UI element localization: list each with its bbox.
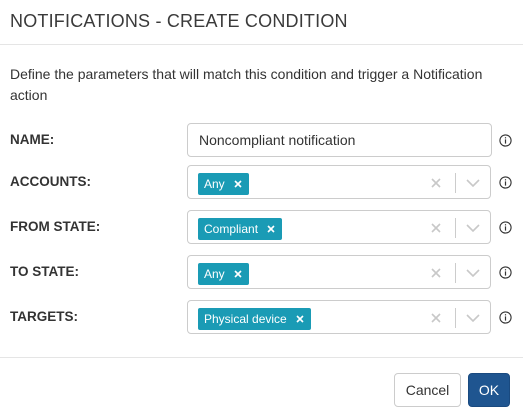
clear-icon[interactable] — [428, 175, 444, 191]
chevron-down-icon[interactable] — [465, 220, 481, 236]
name-input[interactable] — [187, 123, 492, 157]
chevron-down-icon[interactable] — [465, 265, 481, 281]
to-state-chip: Any — [198, 263, 249, 285]
targets-label: TARGETS: — [10, 309, 78, 324]
from-state-chip-label: Compliant — [204, 222, 259, 236]
to-state-chip-label: Any — [204, 267, 225, 281]
name-row: NAME: — [0, 123, 523, 159]
create-condition-dialog: NOTIFICATIONS - CREATE CONDITION Define … — [0, 0, 523, 414]
chip-remove-icon[interactable] — [296, 315, 304, 323]
from-state-select[interactable]: Compliant — [187, 210, 491, 244]
clear-icon[interactable] — [428, 310, 444, 326]
info-icon[interactable] — [499, 176, 512, 189]
accounts-select[interactable]: Any — [187, 165, 491, 199]
separator — [455, 173, 456, 193]
targets-chip-label: Physical device — [204, 312, 287, 326]
targets-row: TARGETS: Physical device — [0, 300, 523, 336]
chip-remove-icon[interactable] — [234, 270, 242, 278]
separator — [455, 308, 456, 328]
ok-button[interactable]: OK — [468, 373, 510, 407]
accounts-chip: Any — [198, 173, 249, 195]
dialog-header: NOTIFICATIONS - CREATE CONDITION — [0, 0, 523, 45]
accounts-row: ACCOUNTS: Any — [0, 165, 523, 201]
accounts-label: ACCOUNTS: — [10, 174, 91, 189]
info-icon[interactable] — [499, 311, 512, 324]
from-state-row: FROM STATE: Compliant — [0, 210, 523, 246]
clear-icon[interactable] — [428, 265, 444, 281]
separator — [455, 263, 456, 283]
info-icon[interactable] — [499, 221, 512, 234]
to-state-row: TO STATE: Any — [0, 255, 523, 291]
from-state-chip: Compliant — [198, 218, 283, 240]
to-state-select[interactable]: Any — [187, 255, 491, 289]
info-icon[interactable] — [499, 134, 512, 147]
chevron-down-icon[interactable] — [465, 310, 481, 326]
separator — [455, 218, 456, 238]
dialog-title: NOTIFICATIONS - CREATE CONDITION — [10, 11, 348, 31]
footer-divider — [0, 357, 523, 358]
to-state-label: TO STATE: — [10, 264, 79, 279]
clear-icon[interactable] — [428, 220, 444, 236]
targets-chip: Physical device — [198, 308, 311, 330]
chip-remove-icon[interactable] — [234, 180, 242, 188]
info-icon[interactable] — [499, 266, 512, 279]
from-state-label: FROM STATE: — [10, 219, 101, 234]
chip-remove-icon[interactable] — [267, 225, 275, 233]
cancel-button[interactable]: Cancel — [394, 373, 461, 407]
name-label: NAME: — [10, 132, 55, 147]
chevron-down-icon[interactable] — [465, 175, 481, 191]
targets-select[interactable]: Physical device — [187, 300, 491, 334]
dialog-description: Define the parameters that will match th… — [10, 66, 483, 103]
accounts-chip-label: Any — [204, 177, 225, 191]
